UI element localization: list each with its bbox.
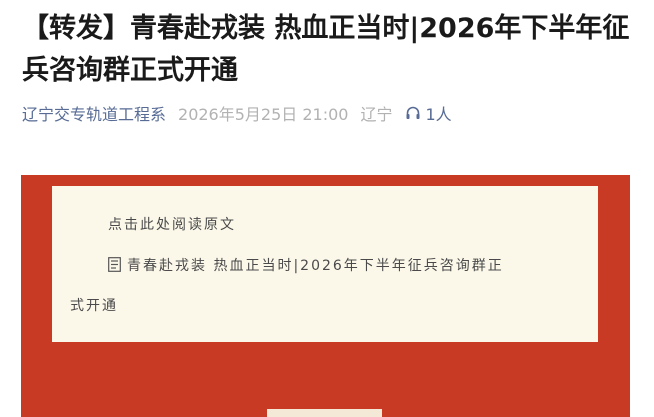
publish-time: 2026年5月25日 21:00 <box>178 105 349 124</box>
link-title-line2[interactable]: 式开通 <box>70 295 118 317</box>
region-label: 辽宁 <box>360 105 393 124</box>
original-article-link[interactable]: 青春赴戎装 热血正当时|2026年下半年征兵咨询群正 <box>108 255 588 277</box>
link-title-line1: 青春赴戎装 热血正当时|2026年下半年征兵咨询群正 <box>127 258 504 274</box>
headphones-icon <box>406 106 419 119</box>
image-fragment <box>267 409 382 417</box>
read-original-link[interactable]: 点击此处阅读原文 <box>108 214 236 236</box>
document-icon <box>108 257 121 272</box>
article-title: 【转发】青春赴戎装 热血正当时|2026年下半年征兵咨询群正式开通 <box>22 13 630 86</box>
listener-count: 1人 <box>425 105 452 124</box>
article-meta: 辽宁交专轨道工程系 2026年5月25日 21:00 辽宁 1人 <box>22 100 452 126</box>
account-name-link[interactable]: 辽宁交专轨道工程系 <box>22 101 166 125</box>
listen-button[interactable]: 1人 <box>405 101 452 125</box>
